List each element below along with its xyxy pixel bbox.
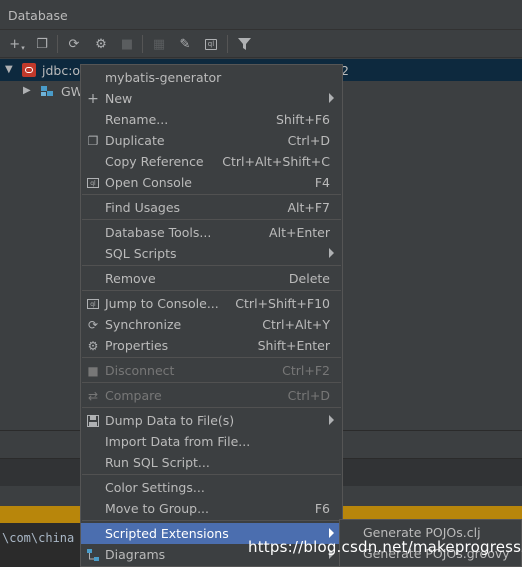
- toolbar-divider: [227, 35, 228, 53]
- properties-icon[interactable]: ⚙: [91, 34, 111, 54]
- stop-icon[interactable]: ■: [117, 34, 137, 54]
- oracle-datasource-icon: [22, 63, 36, 77]
- toolbar-divider: [57, 35, 58, 53]
- expand-arrow-icon[interactable]: ▼: [5, 64, 13, 75]
- menu-item-duplicate[interactable]: ❐ Duplicate Ctrl+D: [81, 130, 342, 151]
- toolbar-divider: [142, 35, 143, 53]
- compare-icon: ⇄: [87, 389, 99, 403]
- menu-separator: [82, 520, 341, 521]
- menu-item-new[interactable]: + New: [81, 88, 342, 109]
- menu-item-run-sql-script[interactable]: Run SQL Script...: [81, 452, 342, 473]
- datasource-label: jdbc:or: [42, 63, 86, 78]
- table-icon[interactable]: ▦: [149, 34, 169, 54]
- menu-item-import-data[interactable]: Import Data from File...: [81, 431, 342, 452]
- submenu-arrow-icon: [329, 528, 334, 538]
- menu-item-color-settings[interactable]: Color Settings...: [81, 477, 342, 498]
- menu-item-move-to-group[interactable]: Move to Group... F6: [81, 498, 342, 519]
- menu-item-find-usages[interactable]: Find Usages Alt+F7: [81, 197, 342, 218]
- collapse-arrow-icon[interactable]: ▶: [23, 85, 31, 96]
- menu-separator: [82, 194, 341, 195]
- menu-item-compare: ⇄ Compare Ctrl+D: [87, 388, 330, 403]
- save-icon: [86, 414, 100, 428]
- database-toolbar: + ▾ ❐ ⟳ ⚙ ■ ▦ ✎ ql: [0, 30, 522, 58]
- console-icon[interactable]: ql: [201, 34, 221, 54]
- menu-separator: [82, 407, 341, 408]
- watermark-text: https://blog.csdn.net/makeprogresszb: [248, 538, 522, 556]
- diagram-icon: [86, 548, 100, 562]
- menu-separator: [82, 357, 341, 358]
- menu-separator: [82, 290, 341, 291]
- menu-header-datasource-name: mybatis-generator: [105, 70, 222, 85]
- menu-separator: [82, 382, 341, 383]
- menu-separator: [82, 474, 341, 475]
- properties-icon: ⚙: [87, 339, 99, 353]
- console-text: \com\china: [2, 531, 75, 545]
- menu-item-rename[interactable]: Rename... Shift+F6: [81, 109, 342, 130]
- menu-item-jump-to-console[interactable]: ql Jump to Console... Ctrl+Shift+F10: [81, 293, 342, 314]
- copy-icon[interactable]: ❐: [32, 34, 52, 54]
- edit-icon[interactable]: ✎: [175, 34, 195, 54]
- menu-separator: [82, 265, 341, 266]
- stop-icon: ■: [87, 364, 99, 378]
- submenu-arrow-icon: [329, 248, 334, 258]
- database-panel-header: Database: [0, 0, 522, 30]
- menu-item-synchronize[interactable]: ⟳ Synchronize Ctrl+Alt+Y: [81, 314, 342, 335]
- menu-item-properties[interactable]: ⚙ Properties Shift+Enter: [81, 335, 342, 356]
- menu-item-database-tools[interactable]: Database Tools... Alt+Enter: [81, 222, 342, 243]
- menu-item-disconnect: ■ Disconnect Ctrl+F2: [87, 363, 330, 378]
- refresh-icon: ⟳: [87, 318, 99, 332]
- submenu-arrow-icon: [329, 93, 334, 103]
- panel-title: Database: [8, 8, 68, 23]
- filter-icon[interactable]: [234, 34, 254, 54]
- console-icon: ql: [86, 176, 100, 190]
- submenu-arrow-icon: [329, 415, 334, 425]
- menu-item-dump-data[interactable]: Dump Data to File(s): [81, 410, 342, 431]
- menu-item-remove[interactable]: Remove Delete: [81, 268, 342, 289]
- schema-icon: [40, 84, 54, 98]
- plus-icon: +: [87, 91, 99, 107]
- menu-item-sql-scripts[interactable]: SQL Scripts: [81, 243, 342, 264]
- refresh-icon[interactable]: ⟳: [64, 34, 84, 54]
- menu-item-open-console[interactable]: ql Open Console F4: [81, 172, 342, 193]
- duplicate-icon: ❐: [87, 134, 99, 148]
- menu-item-copy-reference[interactable]: Copy Reference Ctrl+Alt+Shift+C: [81, 151, 342, 172]
- add-icon[interactable]: + ▾: [7, 34, 27, 54]
- context-menu: mybatis-generator + New Rename... Shift+F…: [80, 64, 343, 567]
- console-icon: ql: [86, 297, 100, 311]
- menu-separator: [82, 219, 341, 220]
